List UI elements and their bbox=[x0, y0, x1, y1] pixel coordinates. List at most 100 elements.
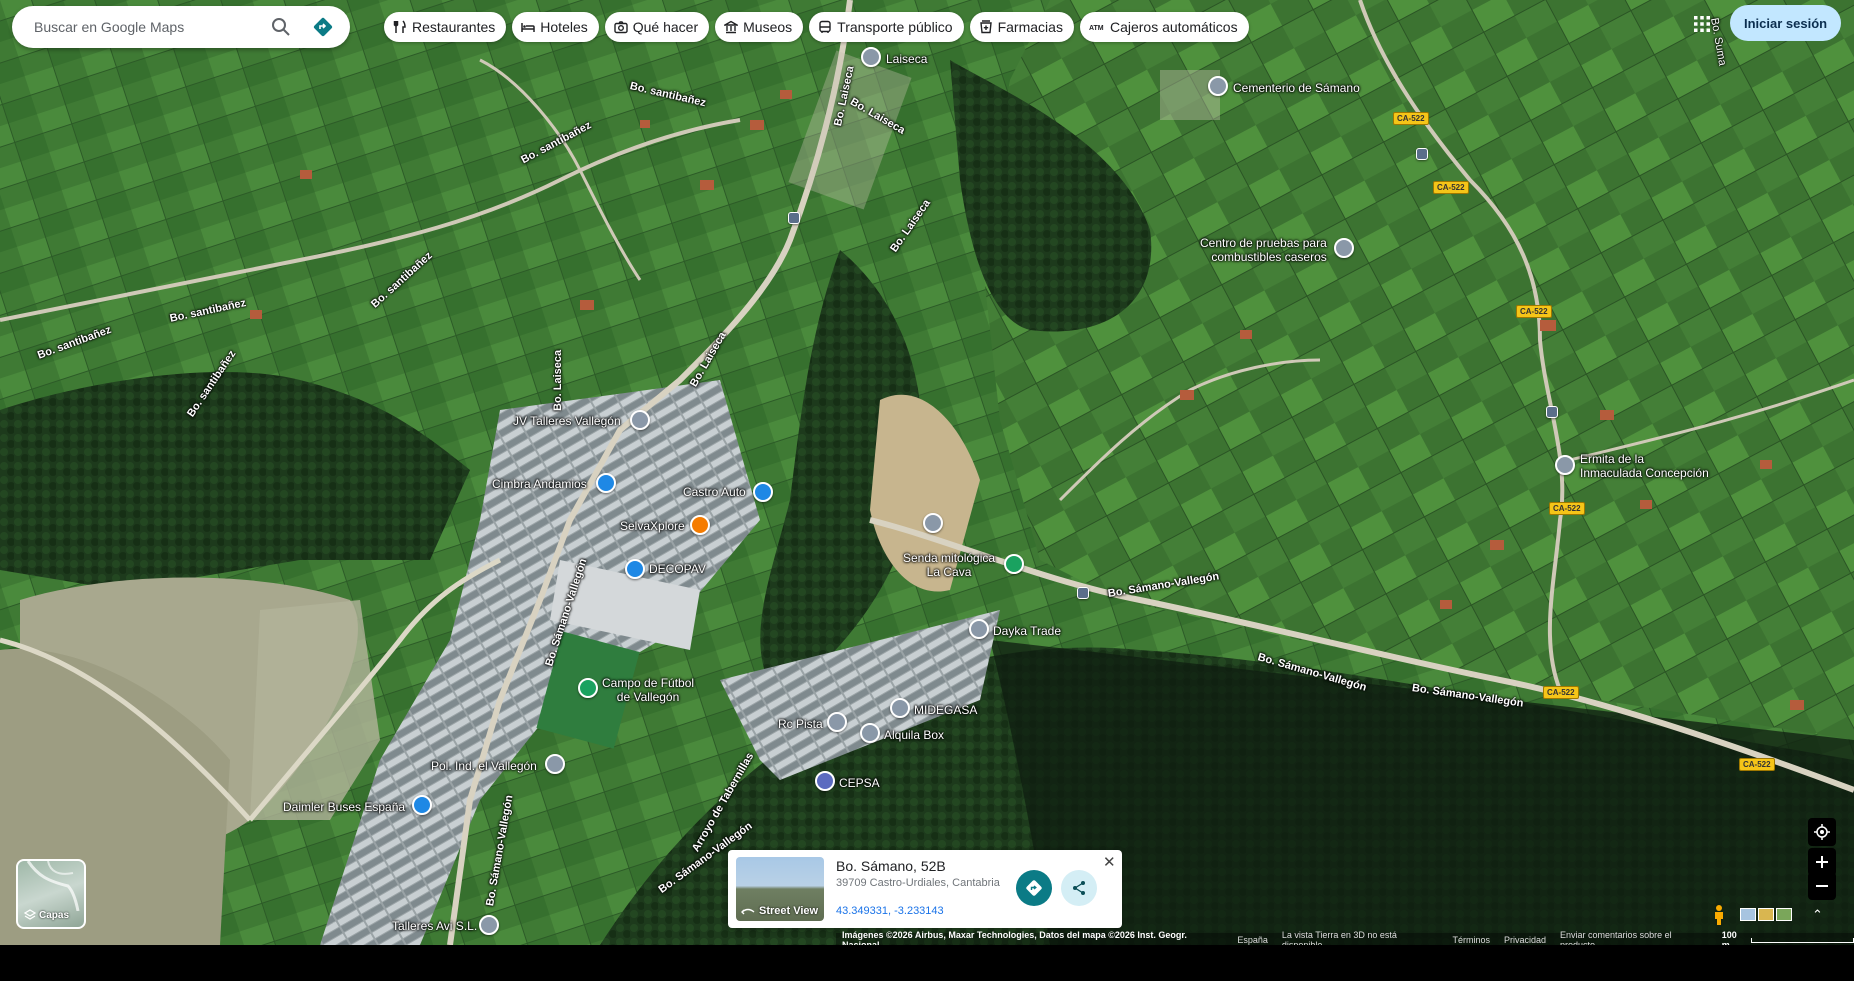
place-label-jv-talleres[interactable]: JV Talleres Vallegón bbox=[513, 414, 621, 428]
place-label-midegasa[interactable]: MIDEGASA bbox=[914, 703, 977, 717]
place-label-laiseca[interactable]: Laiseca bbox=[886, 52, 927, 66]
apps-grid-icon[interactable] bbox=[1690, 12, 1714, 36]
shopping-pin-icon[interactable] bbox=[596, 473, 616, 493]
place-label-cepsa[interactable]: CEPSA bbox=[839, 776, 880, 790]
chip-museos[interactable]: Museos bbox=[715, 12, 804, 42]
road-label-laiseca-5: Bo. Laiseca bbox=[552, 349, 564, 411]
search-box[interactable]: Buscar en Google Maps bbox=[12, 6, 350, 48]
road-shield-ca522: CA-522 bbox=[1739, 758, 1775, 771]
place-label-campo[interactable]: Campo de Fútbol de Vallegón bbox=[602, 676, 694, 704]
landmark-pin-icon[interactable] bbox=[923, 513, 943, 533]
place-label-alquila-box[interactable]: Alquila Box bbox=[884, 728, 944, 742]
activity-pin-icon[interactable] bbox=[690, 515, 710, 535]
directions-icon[interactable] bbox=[308, 12, 338, 42]
share-button[interactable] bbox=[1061, 870, 1097, 906]
place-label-dayka[interactable]: Dayka Trade bbox=[993, 624, 1061, 638]
place-label-centro-pruebas[interactable]: Centro de pruebas para combustibles case… bbox=[1200, 236, 1327, 264]
zoom-out-button[interactable] bbox=[1808, 872, 1836, 900]
layer-thumb-map[interactable] bbox=[1740, 908, 1756, 921]
shopping-pin-icon[interactable] bbox=[625, 559, 645, 579]
landmark-pin-icon[interactable] bbox=[1334, 238, 1354, 258]
place-label-pol-ind[interactable]: Pol. Ind. el Vallegón bbox=[431, 759, 537, 773]
plus-icon bbox=[1816, 856, 1828, 868]
place-label-daimler[interactable]: Daimler Buses España bbox=[283, 800, 405, 814]
fork-knife-icon bbox=[393, 20, 406, 33]
my-location-icon bbox=[1814, 824, 1830, 840]
chip-que-hacer[interactable]: Qué hacer bbox=[604, 12, 710, 42]
place-label-selvaxplore[interactable]: SelvaXplore bbox=[620, 519, 685, 533]
chip-label: Farmacias bbox=[997, 19, 1063, 35]
satellite-imagery bbox=[0, 0, 1854, 945]
signin-button[interactable]: Iniciar sesión bbox=[1730, 5, 1842, 41]
close-icon[interactable]: ✕ bbox=[1103, 853, 1116, 871]
layers-preview bbox=[26, 861, 80, 911]
shopping-pin-icon[interactable] bbox=[753, 482, 773, 502]
expand-icon[interactable]: ⌃ bbox=[1812, 907, 1823, 923]
country-link[interactable]: España bbox=[1237, 935, 1268, 945]
chip-farmacias[interactable]: Farmacias bbox=[969, 12, 1074, 42]
satellite-map[interactable]: Bo. santibañez Bo. santibañez Bo. santib… bbox=[0, 0, 1854, 945]
privacy-link[interactable]: Privacidad bbox=[1504, 935, 1546, 945]
camera-icon bbox=[614, 21, 628, 34]
place-label-cementerio[interactable]: Cementerio de Sámano bbox=[1233, 81, 1360, 95]
church-pin-icon[interactable] bbox=[1555, 455, 1575, 475]
chip-label: Qué hacer bbox=[632, 19, 699, 35]
cemetery-pin-icon[interactable] bbox=[1208, 76, 1228, 96]
chip-hoteles[interactable]: Hoteles bbox=[512, 12, 599, 42]
street-view-label: Street View bbox=[759, 905, 819, 917]
search-input[interactable]: Buscar en Google Maps bbox=[34, 19, 266, 35]
directions-button[interactable] bbox=[1016, 870, 1052, 906]
industrial-pin-icon[interactable] bbox=[545, 754, 565, 774]
category-chips: Restaurantes Hoteles Qué hacer Museos Tr… bbox=[384, 12, 1249, 42]
place-label-decopav[interactable]: DECOPAV bbox=[649, 562, 706, 576]
place-label-senda[interactable]: Senda mitológica La Cava bbox=[903, 551, 995, 579]
park-pin-icon[interactable] bbox=[1004, 554, 1024, 574]
repair-pin-icon[interactable] bbox=[479, 915, 499, 935]
landmark-pin-icon[interactable] bbox=[861, 47, 881, 67]
street-view-thumbnail[interactable]: Street View bbox=[736, 857, 824, 921]
road-shield-ca522: CA-522 bbox=[1433, 181, 1469, 194]
place-label-ermita[interactable]: Ermita de la Inmaculada Concepción bbox=[1580, 452, 1709, 480]
repair-pin-icon[interactable] bbox=[630, 410, 650, 430]
place-label-rc-pista[interactable]: Rc Pista bbox=[778, 717, 823, 731]
layer-thumb-satellite[interactable] bbox=[1776, 908, 1792, 921]
chip-label: Cajeros automáticos bbox=[1109, 19, 1238, 35]
my-location-button[interactable] bbox=[1808, 818, 1836, 846]
bus-stop-icon[interactable] bbox=[1546, 406, 1558, 418]
place-label-talleres-avi[interactable]: Talleres Avi S.L. bbox=[392, 919, 477, 933]
pharmacy-icon bbox=[979, 20, 992, 34]
atm-icon: ATM bbox=[1089, 25, 1104, 32]
sports-pin-icon[interactable] bbox=[578, 678, 598, 698]
place-label-cimbra[interactable]: Cimbra Andamios bbox=[492, 477, 587, 491]
mini-layer-thumbnails[interactable] bbox=[1740, 908, 1792, 921]
storage-pin-icon[interactable] bbox=[860, 723, 880, 743]
place-coordinates[interactable]: 43.349331, -3.233143 bbox=[836, 905, 944, 917]
place-info-card: Street View Bo. Sámano, 52B 39709 Castro… bbox=[728, 850, 1122, 928]
bus-stop-icon[interactable] bbox=[1416, 148, 1428, 160]
chip-transporte[interactable]: Transporte público bbox=[809, 12, 964, 42]
place-address: Bo. Sámano, 52B bbox=[836, 858, 946, 874]
search-icon[interactable] bbox=[266, 12, 296, 42]
chip-cajeros[interactable]: ATM Cajeros automáticos bbox=[1079, 12, 1249, 42]
bus-stop-icon[interactable] bbox=[788, 212, 800, 224]
bus-stop-icon[interactable] bbox=[1077, 587, 1089, 599]
terms-link[interactable]: Términos bbox=[1452, 935, 1490, 945]
road-shield-ca522: CA-522 bbox=[1549, 502, 1585, 515]
museum-icon bbox=[724, 20, 739, 34]
bed-icon bbox=[521, 23, 536, 32]
chip-label: Hoteles bbox=[540, 19, 588, 35]
shopping-pin-icon[interactable] bbox=[412, 795, 432, 815]
layers-icon bbox=[24, 909, 36, 920]
layers-button[interactable]: Capas bbox=[16, 859, 86, 929]
place-city: 39709 Castro-Urdiales, Cantabria bbox=[836, 877, 1000, 889]
business-pin-icon[interactable] bbox=[890, 698, 910, 718]
place-label-castro-auto[interactable]: Castro Auto bbox=[683, 485, 746, 499]
bus-icon bbox=[819, 20, 831, 33]
business-pin-icon[interactable] bbox=[827, 712, 847, 732]
gas-station-pin-icon[interactable] bbox=[815, 771, 835, 791]
pegman-icon[interactable] bbox=[1712, 904, 1726, 926]
business-pin-icon[interactable] bbox=[969, 619, 989, 639]
road-shield-ca522: CA-522 bbox=[1516, 305, 1552, 318]
chip-restaurantes[interactable]: Restaurantes bbox=[384, 12, 507, 42]
layer-thumb-terrain[interactable] bbox=[1758, 908, 1774, 921]
